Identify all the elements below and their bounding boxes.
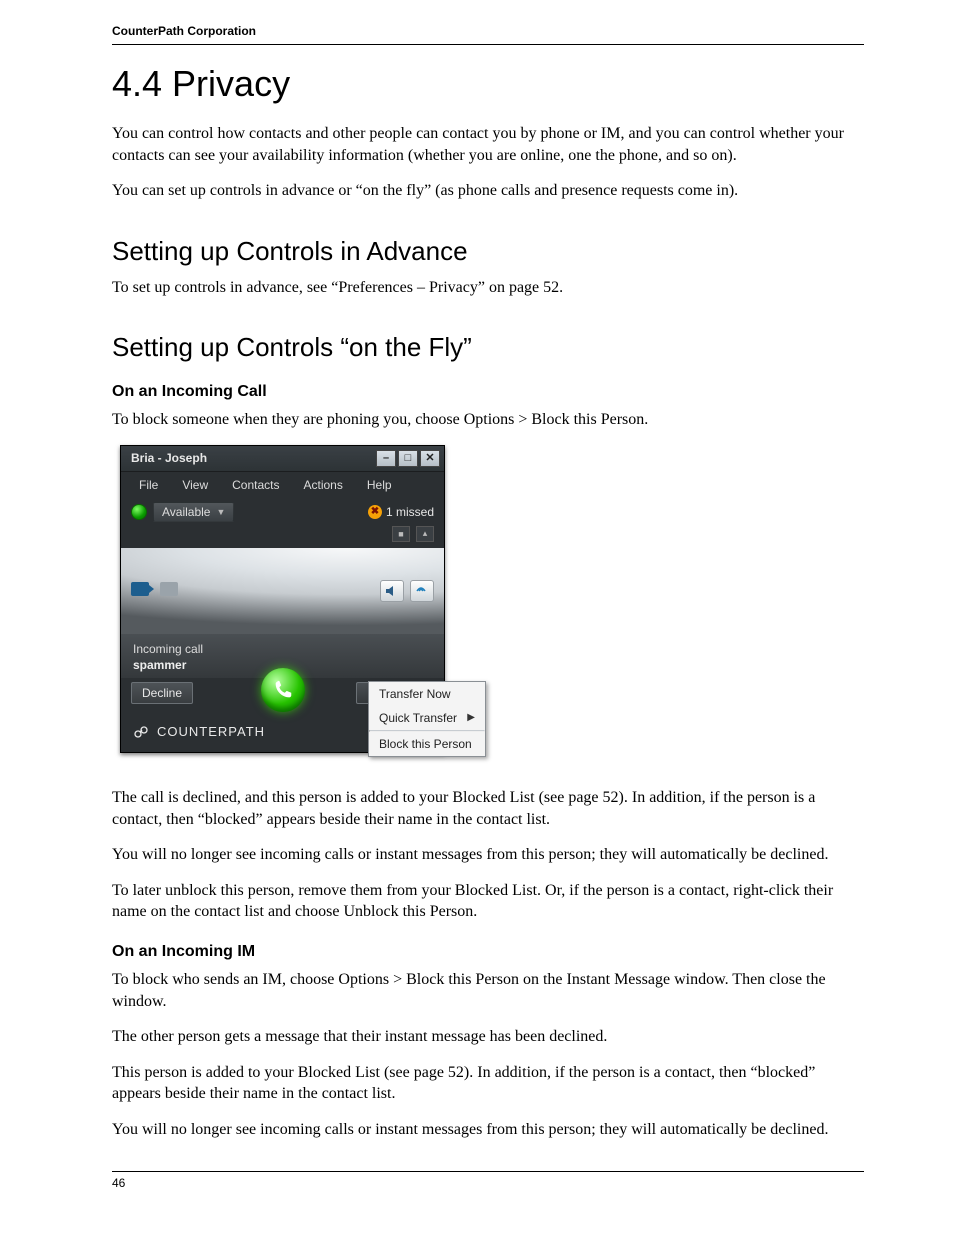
im-4: You will no longer see incoming calls or… bbox=[112, 1119, 864, 1141]
incoming-call-intro: To block someone when they are phoning y… bbox=[112, 409, 864, 431]
menu-item-quick-transfer[interactable]: Quick Transfer ▶ bbox=[369, 706, 485, 730]
heading-incoming-im: On an Incoming IM bbox=[112, 943, 864, 961]
missed-calls[interactable]: ✖ 1 missed bbox=[368, 505, 434, 519]
after-call-2: You will no longer see incoming calls or… bbox=[112, 844, 864, 866]
page-number: 46 bbox=[112, 1176, 864, 1190]
restore-icon[interactable]: □ bbox=[398, 450, 418, 467]
menu-file[interactable]: File bbox=[139, 478, 158, 492]
menu-actions[interactable]: Actions bbox=[304, 478, 343, 492]
speaker-waves-icon[interactable] bbox=[410, 580, 434, 602]
menu-contacts[interactable]: Contacts bbox=[232, 478, 279, 492]
running-header: CounterPath Corporation bbox=[112, 24, 864, 38]
presence-selector[interactable]: Available ▼ bbox=[153, 502, 234, 522]
menu-item-label: Transfer Now bbox=[379, 687, 451, 701]
menu-item-transfer-now[interactable]: Transfer Now bbox=[369, 682, 485, 706]
im-3: This person is added to your Blocked Lis… bbox=[112, 1062, 864, 1105]
window-title: Bria - Joseph bbox=[131, 451, 207, 465]
contacts-icon[interactable] bbox=[160, 582, 178, 596]
chevron-down-icon: ▼ bbox=[216, 507, 225, 517]
section-intro-1: You can control how contacts and other p… bbox=[112, 123, 864, 166]
heading-incoming-call: On an Incoming Call bbox=[112, 383, 864, 401]
after-call-3: To later unblock this person, remove the… bbox=[112, 880, 864, 923]
speaker-icon[interactable] bbox=[380, 580, 404, 602]
header-rule bbox=[112, 44, 864, 45]
menu-item-label: Quick Transfer bbox=[379, 711, 457, 725]
close-icon[interactable]: ✕ bbox=[420, 450, 440, 467]
footer-rule bbox=[112, 1171, 864, 1172]
after-call-1: The call is declined, and this person is… bbox=[112, 787, 864, 830]
section-intro-2: You can set up controls in advance or “o… bbox=[112, 180, 864, 202]
video-icon[interactable] bbox=[131, 582, 149, 596]
presence-label: Available bbox=[162, 505, 210, 519]
counterpath-logo-icon bbox=[131, 724, 151, 740]
heading-on-the-fly: Setting up Controls “on the Fly” bbox=[112, 332, 864, 363]
media-panel bbox=[121, 548, 444, 634]
answer-button[interactable] bbox=[261, 668, 305, 712]
menu-view[interactable]: View bbox=[182, 478, 208, 492]
missed-call-icon: ✖ bbox=[368, 505, 382, 519]
dialpad-icon[interactable]: ■ bbox=[392, 526, 410, 542]
menubar: File View Contacts Actions Help bbox=[121, 472, 444, 498]
brand-text: COUNTERPATH bbox=[157, 724, 265, 739]
heading-advance: Setting up Controls in Advance bbox=[112, 236, 864, 267]
chevron-right-icon: ▶ bbox=[467, 712, 475, 723]
collapse-icon[interactable]: ▴ bbox=[416, 526, 434, 542]
options-menu: Transfer Now Quick Transfer ▶ Block this… bbox=[368, 681, 486, 757]
missed-call-text: 1 missed bbox=[386, 505, 434, 519]
menu-item-block-person[interactable]: Block this Person bbox=[369, 732, 485, 756]
incoming-call-label: Incoming call bbox=[133, 642, 432, 656]
menu-item-label: Block this Person bbox=[379, 737, 472, 751]
im-2: The other person gets a message that the… bbox=[112, 1026, 864, 1048]
im-1: To block who sends an IM, choose Options… bbox=[112, 969, 864, 1012]
presence-dot-icon bbox=[131, 504, 147, 520]
decline-button[interactable]: Decline bbox=[131, 682, 193, 704]
minimize-icon[interactable]: – bbox=[376, 450, 396, 467]
section-title: 4.4 Privacy bbox=[112, 63, 864, 105]
menu-help[interactable]: Help bbox=[367, 478, 392, 492]
app-screenshot: Bria - Joseph – □ ✕ File View Contacts A… bbox=[120, 445, 476, 765]
titlebar: Bria - Joseph – □ ✕ bbox=[121, 446, 444, 472]
advance-text: To set up controls in advance, see “Pref… bbox=[112, 277, 864, 299]
